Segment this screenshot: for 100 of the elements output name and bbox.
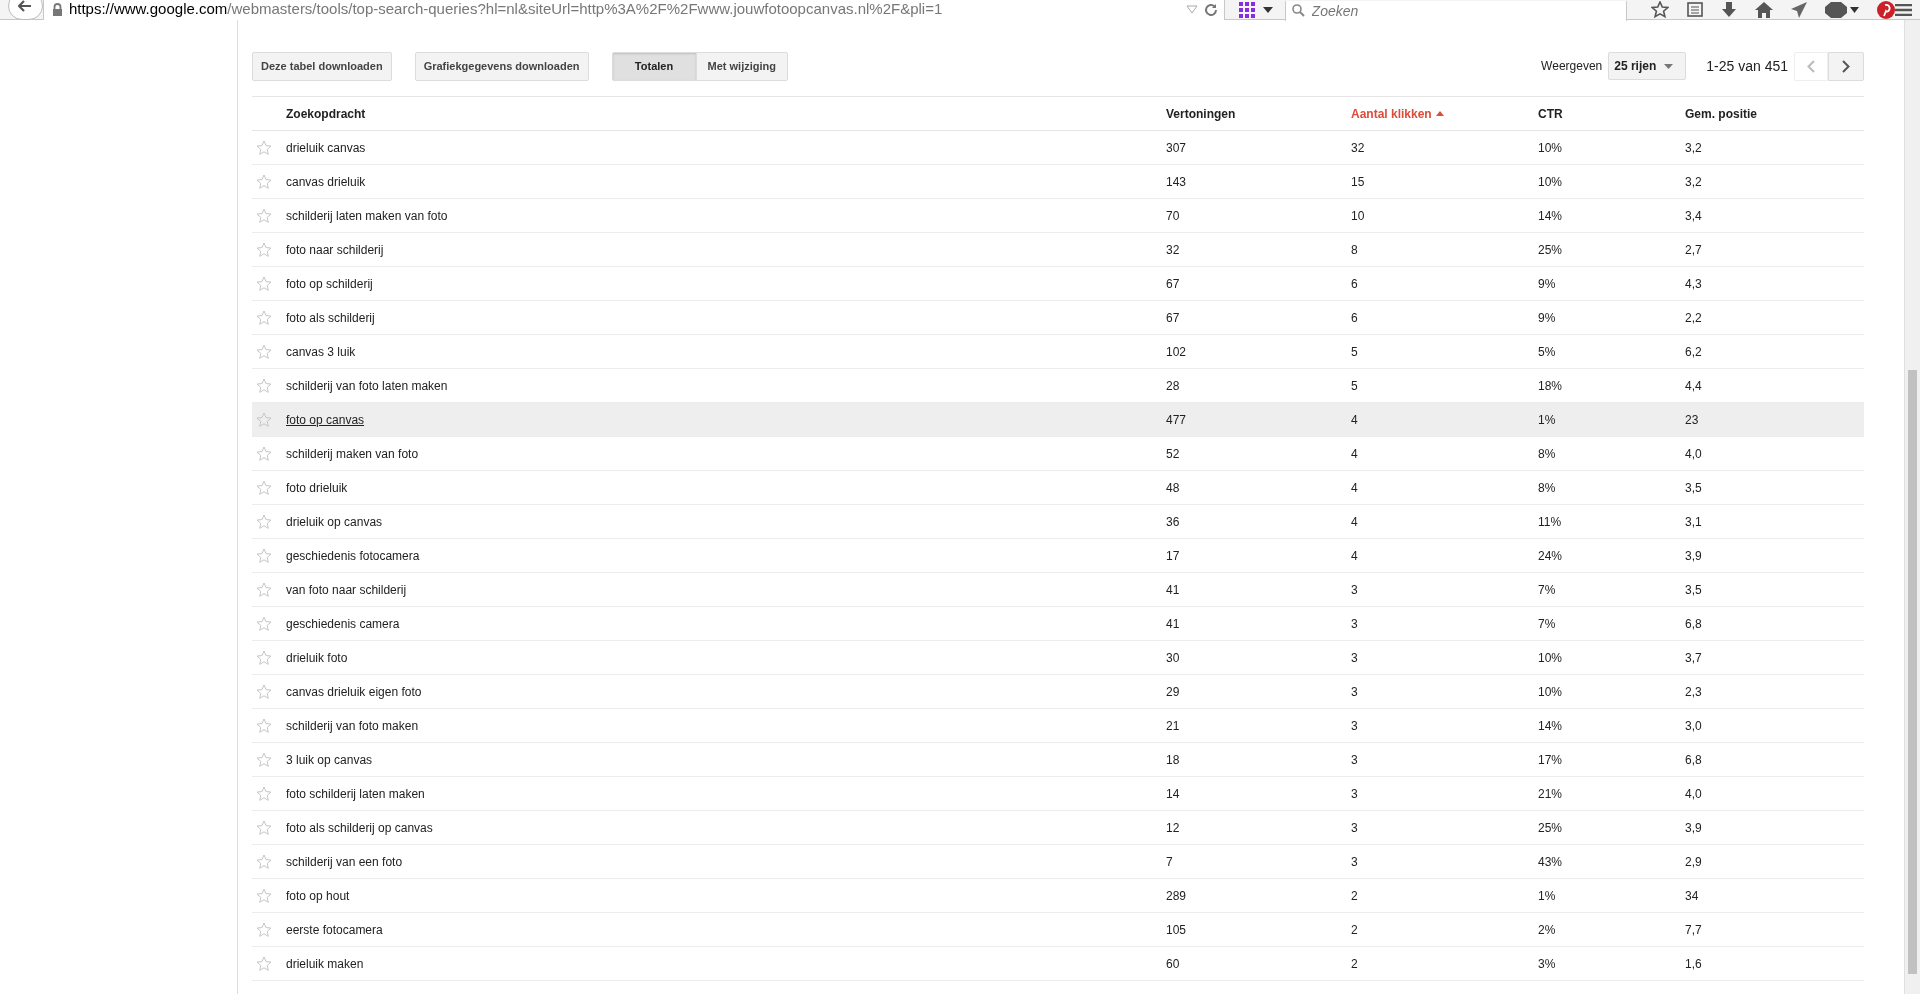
table-cell-text: 143 (1166, 173, 1187, 191)
query-link[interactable]: 3 luik op canvas (286, 750, 373, 769)
query-link[interactable]: geschiedenis camera (286, 614, 400, 633)
menu-icon[interactable] (1894, 2, 1912, 17)
table-cell-text: 41 (1166, 581, 1180, 599)
download-button[interactable]: Deze tabel downloaden (252, 51, 392, 81)
table-cell-text: 5 (1351, 377, 1358, 395)
query-link[interactable]: eerste fotocamera (286, 920, 383, 939)
query-link[interactable]: foto als schilderij op canvas (286, 818, 433, 837)
column-header[interactable]: Vertoningen (1166, 104, 1236, 123)
query-link[interactable]: foto naar schilderij (286, 240, 384, 259)
table-cell-text: 3,9 (1685, 547, 1702, 565)
query-link[interactable]: foto op hout (286, 886, 350, 905)
table-cell-text: 8% (1538, 445, 1556, 463)
table-cell-text: 4 (1351, 411, 1358, 429)
table-cell-text: 48 (1166, 479, 1180, 497)
column-header[interactable]: Zoekopdracht (286, 104, 366, 123)
table-cell-text: 8% (1538, 479, 1556, 497)
table-cell-text: 4 (1351, 513, 1358, 531)
table-cell-text: 3,4 (1685, 207, 1702, 225)
table-cell-text: 28 (1166, 377, 1180, 395)
query-link[interactable]: geschiedenis fotocamera (286, 546, 420, 565)
query-link[interactable]: schilderij van foto laten maken (286, 376, 448, 395)
query-link[interactable]: schilderij laten maken van foto (286, 206, 448, 225)
table-cell-text: 7,7 (1685, 921, 1702, 939)
query-link[interactable]: schilderij van foto maken (286, 716, 419, 735)
highlighted-row[interactable]: foto op canvas 477 4 1% 23 (252, 403, 1864, 437)
query-link[interactable]: drieluik canvas (286, 138, 366, 157)
column-header[interactable]: Aantal klikken (1351, 104, 1444, 123)
table-cell-text: 2 (1351, 955, 1358, 973)
table-cell-text: 4 (1351, 445, 1358, 463)
table-cell-text: 6,8 (1685, 615, 1702, 633)
search-field[interactable]: Zoeken (1284, 1, 1627, 21)
query-link[interactable]: van foto naar schilderij (286, 580, 407, 599)
table-cell-text: 4,3 (1685, 275, 1702, 293)
query-link[interactable]: schilderij van een foto (286, 852, 403, 871)
download-icon[interactable] (1720, 1, 1737, 18)
table-cell-text: 36 (1166, 513, 1180, 531)
table-cell-text: 6,2 (1685, 343, 1702, 361)
adblock-icon[interactable] (1824, 1, 1859, 18)
view-toggle-button[interactable]: Met wijziging (695, 51, 788, 81)
home-icon[interactable] (1754, 1, 1773, 18)
query-link[interactable]: drieluik op canvas (286, 512, 383, 531)
list-icon[interactable] (1686, 2, 1703, 17)
table-cell-text: 3 (1351, 751, 1358, 769)
table-cell-text: 3,2 (1685, 139, 1702, 157)
lock-icon (51, 3, 63, 16)
dropdown-icon[interactable] (1185, 5, 1198, 14)
reload-icon[interactable] (1203, 2, 1218, 17)
table-cell-text: 4,0 (1685, 445, 1702, 463)
table-cell-text: 4,0 (1685, 785, 1702, 803)
scrollbar[interactable] (1904, 20, 1920, 994)
table-cell-text: 2% (1538, 921, 1556, 939)
table-cell-text: 4,4 (1685, 377, 1702, 395)
next-page-button[interactable] (1828, 51, 1864, 81)
table-cell-text: 3 (1351, 649, 1358, 667)
query-link[interactable]: foto drieluik (286, 478, 348, 497)
table-cell-text: 32 (1166, 241, 1180, 259)
table-cell-text: 10% (1538, 683, 1563, 701)
table-cell-text: 3 (1351, 853, 1358, 871)
star-icon[interactable] (1650, 1, 1669, 18)
address-bar[interactable]: https://www.google.com/webmasters/tools/top-search-queries?hl=nl&siteUrl=http%3A%2F%2Fwww.jouwfotoopcanvas.nl%2F&pli=1 (42, 0, 1225, 20)
pin-icon[interactable] (1876, 0, 1895, 19)
table-cell-text: 21% (1538, 785, 1563, 803)
query-link[interactable]: canvas 3 luik (286, 342, 356, 361)
table-cell-text: 4 (1351, 547, 1358, 565)
query-link[interactable]: foto als schilderij (286, 308, 375, 327)
query-link[interactable]: canvas drieluik (286, 172, 366, 191)
query-link[interactable]: foto schilderij laten maken (286, 784, 425, 803)
table-cell-text: 34 (1685, 887, 1699, 905)
view-toggle-button[interactable]: Totalen (611, 51, 697, 81)
back-button[interactable] (8, 0, 43, 20)
grid-icon[interactable] (1238, 1, 1255, 18)
caret-icon[interactable] (1262, 6, 1273, 13)
table-cell-text: 10% (1538, 649, 1563, 667)
table-cell-text: 21 (1166, 717, 1180, 735)
table-cell-text: 2 (1351, 887, 1358, 905)
download-button[interactable]: Grafiekgegevens downloaden (414, 51, 589, 81)
column-header[interactable]: CTR (1538, 104, 1563, 123)
table-cell-text: 2,7 (1685, 241, 1702, 259)
query-link[interactable]: drieluik maken (286, 954, 364, 973)
query-link[interactable]: foto op schilderij (286, 274, 373, 293)
table-cell-text: 289 (1166, 887, 1187, 905)
table-cell-text: 15 (1351, 173, 1365, 191)
table-cell-text: 10 (1351, 207, 1365, 225)
rows-select[interactable]: 25 rijen (1608, 52, 1687, 80)
table-cell-text: 60 (1166, 955, 1180, 973)
back-arrow-icon (18, 0, 33, 12)
query-link[interactable]: schilderij maken van foto (286, 444, 419, 463)
table-cell-text: 6 (1351, 275, 1358, 293)
paper-plane-icon[interactable] (1790, 1, 1807, 18)
column-header[interactable]: Gem. positie (1685, 104, 1758, 123)
query-link[interactable]: drieluik foto (286, 648, 348, 667)
query-link[interactable]: foto op canvas (286, 410, 365, 429)
table-cell-text: 3 (1351, 581, 1358, 599)
table-cell-text: 1% (1538, 411, 1556, 429)
chevron-left-icon (1807, 59, 1815, 73)
query-link[interactable]: canvas drieluik eigen foto (286, 682, 422, 701)
rows-label: Weergeven (1541, 58, 1603, 75)
table-cell-text: 3,2 (1685, 173, 1702, 191)
